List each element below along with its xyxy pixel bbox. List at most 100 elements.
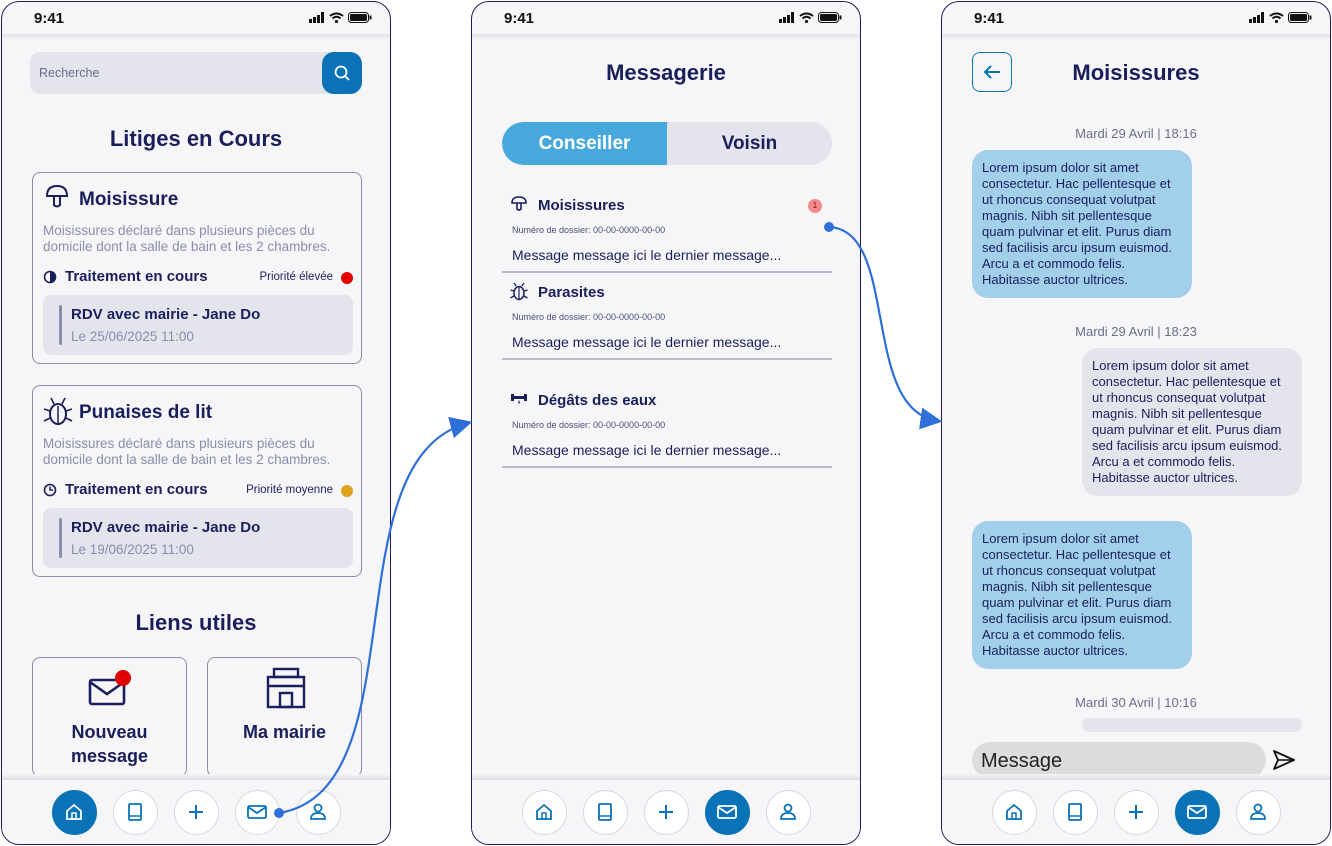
- nav-home-button[interactable]: [991, 789, 1037, 835]
- search-button[interactable]: [322, 52, 362, 94]
- book-icon: [598, 803, 612, 821]
- appointment-bar: [59, 518, 62, 558]
- nav-mail-button[interactable]: [704, 789, 750, 835]
- status-bar: 9:41: [942, 2, 1330, 34]
- search-icon: [334, 65, 350, 81]
- page-title: Messagerie: [606, 60, 726, 85]
- clock-icon: [43, 483, 57, 497]
- header-divider: [2, 34, 390, 40]
- appointment-box[interactable]: RDV avec mairie - Jane Do Le 25/06/2025 …: [43, 295, 353, 355]
- last-message: Message message ici le dernier message..…: [512, 247, 782, 263]
- nav-mail-button[interactable]: [1174, 789, 1220, 835]
- dossier-number: Numéro de dossier: 00-00-0000-00-00: [512, 420, 666, 430]
- nav-add-button[interactable]: [643, 789, 689, 835]
- nav-profile-button[interactable]: [1235, 789, 1281, 835]
- search-bar[interactable]: Recherche: [30, 52, 362, 94]
- appointment-bar: [59, 305, 62, 345]
- dispute-card-bedbugs[interactable]: Punaises de lit Moisissures déclaré dans…: [32, 385, 362, 577]
- card-status: Traitement en cours: [65, 481, 208, 498]
- signal-icon: [1249, 12, 1264, 23]
- conversation-item[interactable]: Parasites Numéro de dossier: 00-00-0000-…: [502, 274, 832, 360]
- priority-label: Priorité moyenne: [246, 484, 333, 496]
- conversation-item[interactable]: Moisissures 1 Numéro de dossier: 00-00-0…: [502, 187, 832, 273]
- conversation-title: Parasites: [538, 284, 605, 301]
- card-description: Moisissures déclaré dans plusieurs pièce…: [43, 223, 331, 254]
- plus-icon: [1129, 805, 1143, 819]
- nav-add-button[interactable]: [1113, 789, 1159, 835]
- signal-icon: [309, 12, 324, 23]
- messaging-screen: 9:41 Messagerie Conseiller Voisin Moisis…: [471, 1, 861, 845]
- wifi-icon: [329, 12, 344, 23]
- wifi-icon: [1269, 12, 1284, 23]
- home-icon: [536, 803, 552, 820]
- outgoing-message-partial: [1082, 718, 1302, 732]
- status-time: 9:41: [974, 10, 1005, 27]
- status-icons: [309, 12, 372, 23]
- message-input-placeholder: Message: [981, 750, 1063, 772]
- nav-book-button[interactable]: [1052, 789, 1098, 835]
- card-status: Traitement en cours: [65, 268, 208, 285]
- header-divider: [942, 34, 1330, 40]
- battery-icon: [1288, 12, 1312, 23]
- new-message-link[interactable]: Nouveau message: [32, 657, 187, 777]
- dispute-card-mold[interactable]: Moisissure Moisissures déclaré dans plus…: [32, 172, 362, 364]
- header-divider: [472, 34, 860, 40]
- page-title: Litiges en Cours: [109, 126, 283, 151]
- status-icons: [1249, 12, 1312, 23]
- card-title: Moisissure: [79, 189, 179, 210]
- wifi-icon: [799, 12, 814, 23]
- bottom-nav: [472, 780, 860, 844]
- nav-home-button[interactable]: [51, 789, 97, 835]
- home-screen: 9:41 Recherche Litiges en Cours Moisissu…: [1, 1, 391, 845]
- water-leak-icon: [511, 394, 527, 404]
- status-time: 9:41: [504, 10, 535, 27]
- nav-book-button[interactable]: [112, 789, 158, 835]
- conversation-title: Moisissures: [538, 197, 625, 214]
- tab-voisin[interactable]: Voisin: [667, 122, 832, 165]
- message-date: Mardi 30 Avril | 10:16: [1075, 695, 1197, 710]
- message-input[interactable]: Message: [972, 742, 1266, 778]
- signal-icon: [779, 12, 794, 23]
- mail-notification-icon: [88, 670, 131, 706]
- mushroom-icon: [45, 184, 69, 208]
- priority-dot: [341, 485, 353, 497]
- dossier-number: Numéro de dossier: 00-00-0000-00-00: [512, 225, 666, 235]
- messaging-tabs: Conseiller Voisin: [502, 122, 832, 165]
- last-message: Message message ici le dernier message..…: [512, 334, 782, 350]
- search-input[interactable]: Recherche: [39, 66, 99, 80]
- mail-icon: [247, 805, 267, 819]
- book-icon: [1068, 803, 1082, 821]
- my-town-hall-link[interactable]: Ma mairie: [207, 657, 362, 777]
- bug-icon: [43, 397, 73, 425]
- nav-home-button[interactable]: [521, 789, 567, 835]
- mail-icon: [717, 805, 737, 819]
- book-icon: [128, 803, 142, 821]
- incoming-message: Lorem ipsum dolor sit amet consectetur. …: [972, 521, 1192, 669]
- nav-add-button[interactable]: [173, 789, 219, 835]
- nav-book-button[interactable]: [582, 789, 628, 835]
- user-icon: [310, 803, 326, 820]
- incoming-message: Lorem ipsum dolor sit amet consectetur. …: [972, 150, 1192, 298]
- send-button[interactable]: [1272, 749, 1296, 776]
- status-bar: 9:41: [472, 2, 860, 34]
- home-icon: [1006, 803, 1022, 820]
- nav-mail-button[interactable]: [234, 789, 280, 835]
- card-status-row: Traitement en cours Priorité élevée: [43, 268, 353, 288]
- useful-links-title: Liens utiles: [135, 610, 257, 635]
- home-icon: [66, 803, 82, 820]
- nav-profile-button[interactable]: [765, 789, 811, 835]
- status-time: 9:41: [34, 10, 65, 27]
- nav-profile-button[interactable]: [295, 789, 341, 835]
- town-hall-icon: [266, 667, 306, 709]
- new-message-line1: Nouveau: [71, 722, 148, 742]
- conversation-item[interactable]: Dégâts des eaux Numéro de dossier: 00-00…: [502, 382, 832, 468]
- appointment-title: RDV avec mairie - Jane Do: [71, 519, 261, 536]
- appointment-date: Le 19/06/2025 11:00: [71, 542, 194, 557]
- chat-screen: 9:41 Moisissures Mardi 29 Avril | 18:16 …: [941, 1, 1331, 845]
- card-description: Moisissures déclaré dans plusieurs pièce…: [43, 436, 331, 467]
- mushroom-icon: [511, 196, 527, 211]
- last-message: Message message ici le dernier message..…: [512, 442, 782, 458]
- bottom-nav: [942, 780, 1330, 844]
- tab-conseiller[interactable]: Conseiller: [502, 122, 667, 165]
- appointment-box[interactable]: RDV avec mairie - Jane Do Le 19/06/2025 …: [43, 508, 353, 568]
